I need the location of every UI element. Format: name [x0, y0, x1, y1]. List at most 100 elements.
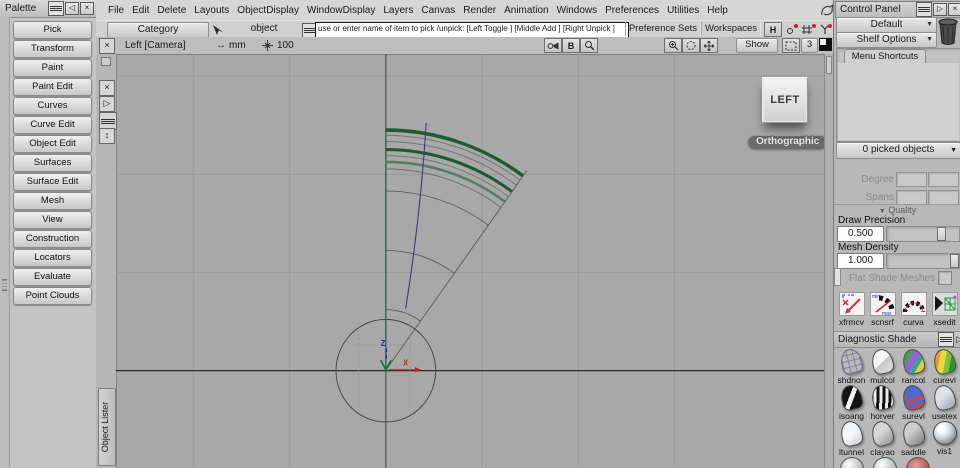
hotkey-icon[interactable]: H — [764, 22, 782, 37]
snap-to-curve-icon[interactable] — [801, 22, 817, 36]
palette-menu-icon[interactable] — [48, 1, 64, 16]
grid-toggle-icon[interactable] — [261, 39, 274, 55]
pane-expand-icon[interactable]: ▷ — [99, 96, 115, 112]
menu-layers[interactable]: Layers — [379, 5, 417, 16]
control-panel-expand-icon[interactable]: ▷ — [933, 3, 947, 16]
palette-collapse-icon[interactable]: ◁ — [65, 2, 79, 15]
flat-shade-checkbox[interactable] — [938, 271, 952, 285]
snap-to-grid-icon[interactable] — [784, 22, 800, 36]
camera-icon[interactable] — [544, 38, 562, 53]
promptline-input[interactable]: use or enter name of item to pick /unpic… — [315, 22, 629, 38]
palette-close-icon[interactable]: × — [80, 2, 94, 15]
window-corner-icon[interactable] — [819, 38, 832, 51]
diag-item[interactable]: horver — [867, 382, 898, 421]
menu-render[interactable]: Render — [459, 5, 500, 16]
menu-help[interactable]: Help — [703, 5, 732, 16]
palette-tab-object-edit[interactable]: Object Edit — [13, 135, 92, 153]
shelf-item[interactable]: min max scnsrf — [867, 292, 898, 327]
palette-tab-evaluate[interactable]: Evaluate — [13, 268, 92, 286]
menu-preferences[interactable]: Preferences — [601, 5, 663, 16]
palette-tab-paint[interactable]: Paint — [13, 59, 92, 77]
palette-tab-curves[interactable]: Curves — [13, 97, 92, 115]
menu-delete[interactable]: Delete — [153, 5, 190, 16]
viewport-canvas[interactable]: Z X — [116, 54, 825, 468]
zoom-in-icon[interactable] — [664, 38, 682, 53]
marquee-icon[interactable] — [782, 38, 800, 53]
strip-grip-icon[interactable] — [101, 57, 111, 66]
menu-windowdisplay[interactable]: WindowDisplay — [303, 5, 379, 16]
palette-tab-view[interactable]: View — [13, 211, 92, 229]
shelf-item[interactable]: xfrmcv — [836, 292, 867, 327]
menu-file[interactable]: File — [104, 5, 128, 16]
clipped-shelf-icon[interactable] — [840, 457, 864, 468]
bookmark-icon[interactable]: B — [562, 38, 580, 53]
menu-windows[interactable]: Windows — [553, 5, 602, 16]
diag-item[interactable]: curevl — [929, 346, 960, 385]
palette-tab-surface-edit[interactable]: Surface Edit — [13, 173, 92, 191]
clipped-shelf-icon[interactable] — [906, 457, 930, 468]
menu-canvas[interactable]: Canvas — [417, 5, 459, 16]
pane-resize-icon[interactable]: ↕ — [99, 128, 115, 144]
diag-item[interactable]: surevl — [898, 382, 929, 421]
pick-mode-label[interactable]: object — [229, 23, 299, 34]
palette-grip-handle[interactable] — [2, 279, 7, 291]
palette-tab-pick[interactable]: Pick — [13, 21, 92, 39]
viewport-close-icon[interactable]: × — [99, 38, 115, 54]
spans-field-1[interactable] — [896, 190, 927, 205]
palette-tab-construction[interactable]: Construction — [13, 230, 92, 248]
menu-objectdisplay[interactable]: ObjectDisplay — [233, 5, 303, 16]
magnifier-icon[interactable] — [580, 38, 598, 53]
grid-size-value[interactable]: 100 — [277, 40, 294, 51]
selection-circle-icon[interactable] — [682, 38, 700, 53]
diag-item[interactable]: isoang — [836, 382, 867, 421]
category-button[interactable]: Category — [107, 22, 209, 38]
shelf-item[interactable]: xsedit — [929, 292, 960, 327]
palette-tab-paint-edit[interactable]: Paint Edit — [13, 78, 92, 96]
control-panel-menu-icon[interactable] — [916, 2, 932, 17]
palette-tab-locators[interactable]: Locators — [13, 249, 92, 267]
diag-item[interactable]: clayao — [867, 418, 898, 457]
pane-close-icon[interactable]: × — [99, 80, 115, 96]
shelf-options-dropdown[interactable]: Shelf Options ▼ — [836, 32, 937, 48]
diag-item[interactable]: rancol — [898, 346, 929, 385]
diagnostic-expand-icon[interactable]: ▷ — [956, 334, 960, 345]
shelf-set-dropdown[interactable]: Default ▼ — [836, 17, 937, 33]
degree-field-1[interactable] — [896, 172, 927, 187]
view-name-plate[interactable]: LEFT — [762, 77, 808, 123]
palette-tab-mesh[interactable]: Mesh — [13, 192, 92, 210]
menu-animation[interactable]: Animation — [500, 5, 552, 16]
slider-thumb[interactable] — [937, 227, 946, 241]
diag-item[interactable]: ltunnel — [836, 418, 867, 457]
diag-item[interactable]: shdnon — [836, 346, 867, 385]
diagnostic-menu-icon[interactable] — [938, 332, 955, 347]
palette-tab-transform[interactable]: Transform — [13, 40, 92, 58]
object-lister-tab[interactable]: Object Lister — [98, 388, 116, 466]
mesh-density-slider[interactable] — [886, 253, 960, 269]
workspaces-button[interactable]: Workspaces — [701, 22, 761, 36]
scrollbar-thumb[interactable] — [826, 56, 832, 74]
draw-precision-slider[interactable] — [886, 226, 960, 242]
pane-count-button[interactable]: 3 — [801, 38, 818, 53]
menu-utilities[interactable]: Utilities — [663, 5, 703, 16]
viewport-camera-label[interactable]: Left [Camera] — [125, 40, 186, 51]
shelf-content-area[interactable] — [838, 63, 959, 140]
palette-tab-point-clouds[interactable]: Point Clouds — [13, 287, 92, 305]
clipped-shelf-icon[interactable] — [873, 457, 897, 468]
diag-item[interactable]: mulcol — [867, 346, 898, 385]
palette-tab-curve-edit[interactable]: Curve Edit — [13, 116, 92, 134]
menu-edit[interactable]: Edit — [128, 5, 153, 16]
diag-item[interactable]: usetex — [929, 382, 960, 421]
menu-layouts[interactable]: Layouts — [190, 5, 233, 16]
preference-sets-button[interactable]: Preference Sets — [625, 22, 701, 36]
trash-icon[interactable] — [937, 16, 959, 49]
tab-menu-shortcuts[interactable]: Menu Shortcuts — [844, 49, 926, 64]
pan-icon[interactable] — [700, 38, 718, 53]
spans-field-2[interactable] — [928, 190, 959, 205]
mesh-density-field[interactable]: 1.000 — [837, 253, 884, 269]
diag-item[interactable]: saddle — [898, 418, 929, 457]
section-collapse-handle[interactable] — [834, 268, 841, 286]
degree-field-2[interactable] — [928, 172, 959, 187]
control-panel-close-icon[interactable]: × — [948, 3, 960, 16]
shelf-item[interactable]: curva — [898, 292, 929, 327]
palette-tab-surfaces[interactable]: Surfaces — [13, 154, 92, 172]
